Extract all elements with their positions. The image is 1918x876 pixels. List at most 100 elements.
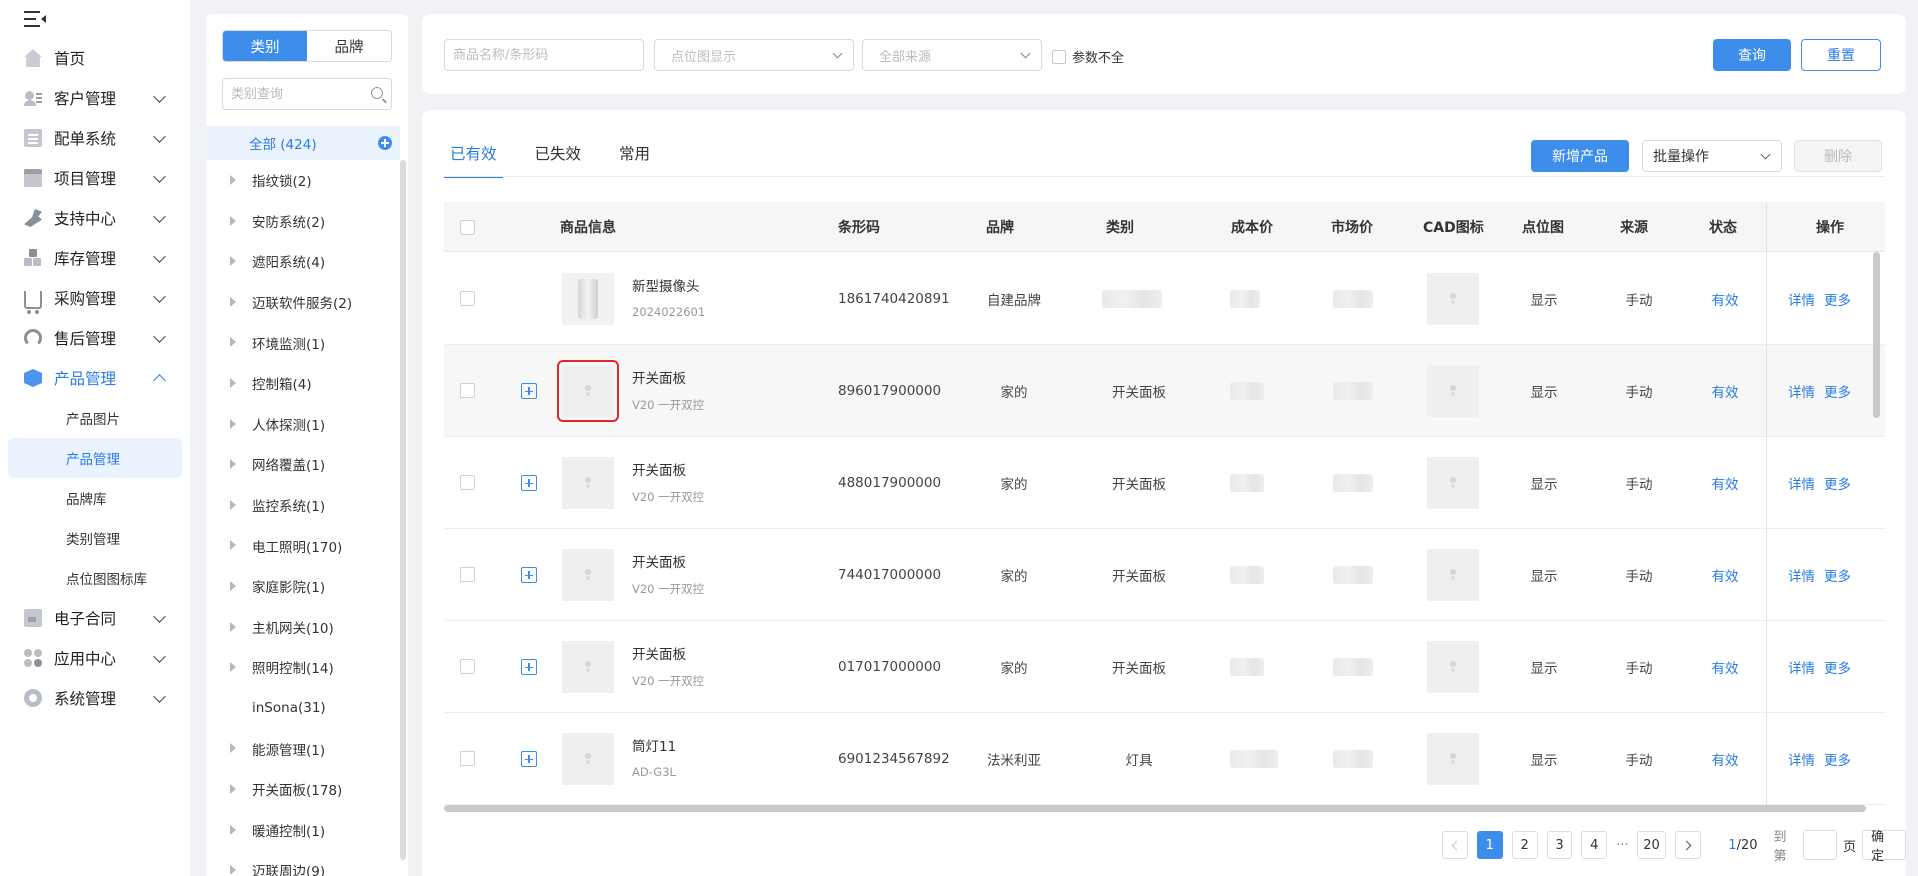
caret-right-icon[interactable] — [230, 256, 236, 267]
tree-node[interactable]: 人体探测(1) — [206, 404, 408, 445]
add-category-icon[interactable] — [378, 136, 392, 150]
detail-link[interactable]: 详情 — [1788, 529, 1815, 621]
tree-node[interactable]: 迈联软件服务(2) — [206, 282, 408, 323]
cad-icon-thumbnail[interactable] — [1427, 733, 1479, 785]
caret-right-icon[interactable] — [230, 865, 236, 876]
nav-sub-icon-library[interactable]: 点位图图标库 — [0, 558, 190, 598]
detail-link[interactable]: 详情 — [1788, 713, 1815, 805]
expand-row-icon[interactable] — [521, 659, 537, 675]
caret-right-icon[interactable] — [230, 215, 236, 226]
row-checkbox[interactable] — [460, 751, 475, 766]
more-link[interactable]: 更多 — [1824, 253, 1851, 345]
tree-node[interactable]: 控制箱(4) — [206, 363, 408, 404]
table-row[interactable]: 开关面板 V20 一开双控 744017000000 家的 开关面板 显示 手动 有效 详情 更多 — [444, 529, 1885, 621]
delete-button[interactable]: 删除 — [1794, 140, 1882, 172]
row-checkbox[interactable] — [460, 567, 475, 582]
cad-icon-thumbnail[interactable] — [1427, 273, 1479, 325]
search-icon[interactable] — [371, 87, 383, 99]
goto-page-input[interactable] — [1803, 830, 1838, 860]
nav-sub-product-manage[interactable]: 产品管理 — [8, 438, 182, 478]
more-link[interactable]: 更多 — [1824, 437, 1851, 529]
prev-page-button[interactable] — [1442, 831, 1468, 859]
goto-confirm-button[interactable]: 确定 — [1862, 830, 1906, 864]
nav-sub-brand-library[interactable]: 品牌库 — [0, 478, 190, 518]
tab-category[interactable]: 类别 — [223, 31, 307, 61]
query-button[interactable]: 查询 — [1713, 39, 1791, 71]
table-horizontal-scrollbar[interactable] — [444, 805, 1866, 812]
caret-right-icon[interactable] — [230, 621, 236, 632]
reset-button[interactable]: 重置 — [1801, 39, 1881, 71]
nav-item-contract[interactable]: 电子合同 — [0, 598, 190, 638]
cad-icon-thumbnail[interactable] — [1427, 549, 1479, 601]
more-link[interactable]: 更多 — [1824, 529, 1851, 621]
table-row[interactable]: 开关面板 V20 一开双控 017017000000 家的 开关面板 显示 手动 有效 详情 更多 — [444, 621, 1885, 713]
cad-icon-thumbnail[interactable] — [1427, 457, 1479, 509]
detail-link[interactable]: 详情 — [1788, 437, 1815, 529]
caret-right-icon[interactable] — [230, 662, 236, 673]
bulk-operation-select[interactable]: 批量操作 — [1642, 140, 1782, 172]
checkbox[interactable] — [1052, 49, 1066, 64]
tree-node[interactable]: 环境监测(1) — [206, 322, 408, 363]
nav-item-customer[interactable]: 客户管理 — [0, 78, 190, 118]
detail-link[interactable]: 详情 — [1788, 345, 1815, 437]
expand-row-icon[interactable] — [521, 383, 537, 399]
expand-row-icon[interactable] — [521, 567, 537, 583]
tree-node[interactable]: 照明控制(14) — [206, 647, 408, 688]
more-link[interactable]: 更多 — [1824, 621, 1851, 713]
expand-row-icon[interactable] — [521, 751, 537, 767]
tree-node[interactable]: 电工照明(170) — [206, 525, 408, 566]
product-thumbnail[interactable] — [557, 360, 619, 422]
expand-row-icon[interactable] — [521, 475, 537, 491]
product-thumbnail[interactable] — [562, 549, 614, 601]
caret-right-icon[interactable] — [230, 499, 236, 510]
nav-item-home[interactable]: 首页 — [0, 38, 190, 78]
category-search-input[interactable] — [223, 79, 363, 109]
caret-right-icon[interactable] — [230, 459, 236, 470]
tree-node[interactable]: 安防系统(2) — [206, 201, 408, 242]
nav-item-project[interactable]: 项目管理 — [0, 158, 190, 198]
caret-right-icon[interactable] — [230, 337, 236, 348]
category-scrollbar[interactable] — [400, 160, 406, 860]
table-row[interactable]: 开关面板 V20 一开双控 488017900000 家的 开关面板 显示 手动 有效 详情 更多 — [444, 437, 1885, 529]
more-link[interactable]: 更多 — [1824, 345, 1851, 437]
tree-node-all[interactable]: 全部 (424) — [206, 126, 400, 160]
page-2-button[interactable]: 2 — [1511, 831, 1538, 859]
detail-link[interactable]: 详情 — [1788, 621, 1815, 713]
nav-item-aftersale[interactable]: 售后管理 — [0, 318, 190, 358]
page-ellipsis[interactable]: ··· — [1616, 838, 1628, 853]
caret-right-icon[interactable] — [230, 175, 236, 185]
caret-right-icon[interactable] — [230, 540, 236, 551]
menu-collapse-icon[interactable] — [24, 9, 46, 29]
product-thumbnail[interactable] — [562, 641, 614, 693]
nav-item-system[interactable]: 系统管理 — [0, 678, 190, 718]
nav-item-support[interactable]: 支持中心 — [0, 198, 190, 238]
status-link[interactable]: 有效 — [1700, 713, 1750, 805]
product-thumbnail[interactable] — [562, 273, 614, 325]
nav-sub-category-manage[interactable]: 类别管理 — [0, 518, 190, 558]
caret-right-icon[interactable] — [230, 743, 236, 754]
nav-item-stock[interactable]: 库存管理 — [0, 238, 190, 278]
row-checkbox[interactable] — [460, 475, 475, 490]
tree-node[interactable]: 网络覆盖(1) — [206, 444, 408, 485]
tree-node[interactable]: 主机网关(10) — [206, 607, 408, 648]
add-product-button[interactable]: 新增产品 — [1531, 140, 1629, 172]
source-select[interactable]: 全部来源 — [862, 39, 1042, 71]
tree-node[interactable]: 暖通控制(1) — [206, 810, 408, 851]
tree-node[interactable]: 能源管理(1) — [206, 728, 408, 769]
table-vertical-scrollbar[interactable] — [1873, 252, 1880, 418]
nav-sub-product-images[interactable]: 产品图片 — [0, 398, 190, 438]
cad-icon-thumbnail[interactable] — [1427, 641, 1479, 693]
status-link[interactable]: 有效 — [1700, 253, 1750, 345]
detail-link[interactable]: 详情 — [1788, 253, 1815, 345]
page-last-button[interactable]: 20 — [1636, 831, 1667, 859]
caret-right-icon[interactable] — [230, 580, 236, 591]
tree-node[interactable]: inSona(31) — [206, 688, 408, 729]
next-page-button[interactable] — [1675, 831, 1702, 859]
select-all-checkbox[interactable] — [460, 220, 475, 235]
status-link[interactable]: 有效 — [1700, 621, 1750, 713]
tree-node[interactable]: 监控系统(1) — [206, 485, 408, 526]
product-thumbnail[interactable] — [562, 733, 614, 785]
tree-node[interactable]: 遮阳系统(4) — [206, 241, 408, 282]
row-checkbox[interactable] — [460, 291, 475, 306]
page-1-button[interactable]: 1 — [1476, 831, 1503, 859]
